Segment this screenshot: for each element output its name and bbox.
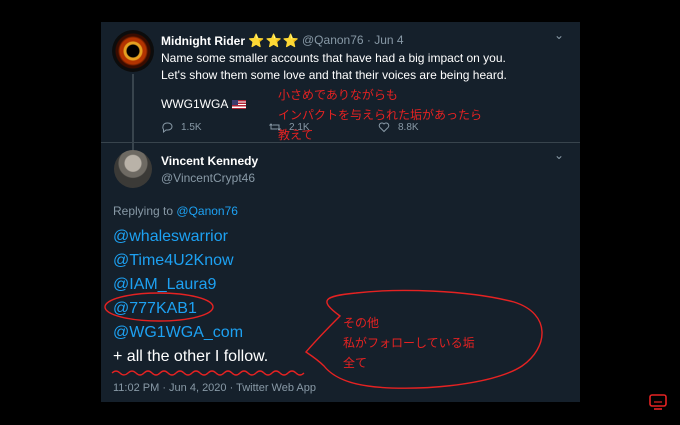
tweet1-handle-date[interactable]: @Qanon76 · Jun 4	[302, 33, 404, 47]
reply-count: 1.5K	[181, 121, 202, 133]
star-emoji-icons: ⭐⭐⭐	[248, 33, 300, 48]
mention-link[interactable]: @WG1WGA_com	[113, 324, 243, 342]
reply-icon	[162, 122, 173, 133]
avatar-midnight-rider[interactable]	[112, 30, 154, 72]
tweet1-handle[interactable]: @Qanon76	[302, 33, 364, 47]
annotation-note-2-line3: 全て	[343, 356, 368, 370]
tweet-thread-card: Midnight Rider ⭐⭐⭐ @Qanon76 · Jun 4 ⌄ Na…	[101, 22, 580, 402]
tweet1-text-line2: Let's show them some love and that their…	[161, 68, 507, 82]
chevron-down-icon[interactable]: ⌄	[554, 148, 564, 162]
corner-app-icon[interactable]	[649, 394, 667, 410]
tweet1-hashtag-line: WWG1WGA	[161, 96, 247, 113]
tweet2-author-name[interactable]: Vincent Kennedy	[161, 154, 258, 168]
annotation-note-2-line2: 私がフォローしている垢	[343, 336, 475, 350]
tweet2-handle[interactable]: @VincentCrypt46	[161, 171, 255, 185]
thread-connector-line	[132, 74, 134, 152]
tweet-divider	[101, 142, 580, 143]
tweet2-last-line: + all the other I follow.	[113, 348, 269, 365]
tweet1-date[interactable]: · Jun 4	[367, 33, 404, 47]
mention-link[interactable]: @Time4U2Know	[113, 252, 234, 270]
annotation-note-2-line1: その他	[343, 316, 380, 330]
annotation-note-1-line3: 教えて	[278, 128, 314, 142]
mention-link[interactable]: @777KAB1	[113, 300, 197, 318]
replying-to-link[interactable]: @Qanon76	[176, 204, 238, 218]
us-flag-icon	[232, 100, 247, 109]
annotation-note-1-line1: 小さめでありながらも	[278, 88, 398, 102]
like-button[interactable]: 8.8K	[378, 121, 419, 133]
mention-link[interactable]: @whaleswarrior	[113, 228, 228, 246]
heart-icon	[378, 122, 390, 133]
like-count: 8.8K	[398, 121, 419, 133]
chevron-down-icon[interactable]: ⌄	[554, 28, 564, 42]
tweet1-author-name[interactable]: Midnight Rider ⭐⭐⭐	[161, 33, 300, 49]
annotation-note-1-line2: インパクトを与えられた垢があったら	[278, 108, 483, 122]
avatar-vincent-kennedy[interactable]	[114, 150, 152, 188]
tweet1-text-line1: Name some smaller accounts that have had…	[161, 51, 506, 65]
tweet2-timestamp-source[interactable]: 11:02 PM · Jun 4, 2020 · Twitter Web App	[113, 382, 316, 394]
mention-link[interactable]: @IAM_Laura9	[113, 276, 216, 294]
replying-to-line: Replying to @Qanon76	[113, 204, 238, 218]
reply-button[interactable]: 1.5K	[161, 121, 202, 133]
